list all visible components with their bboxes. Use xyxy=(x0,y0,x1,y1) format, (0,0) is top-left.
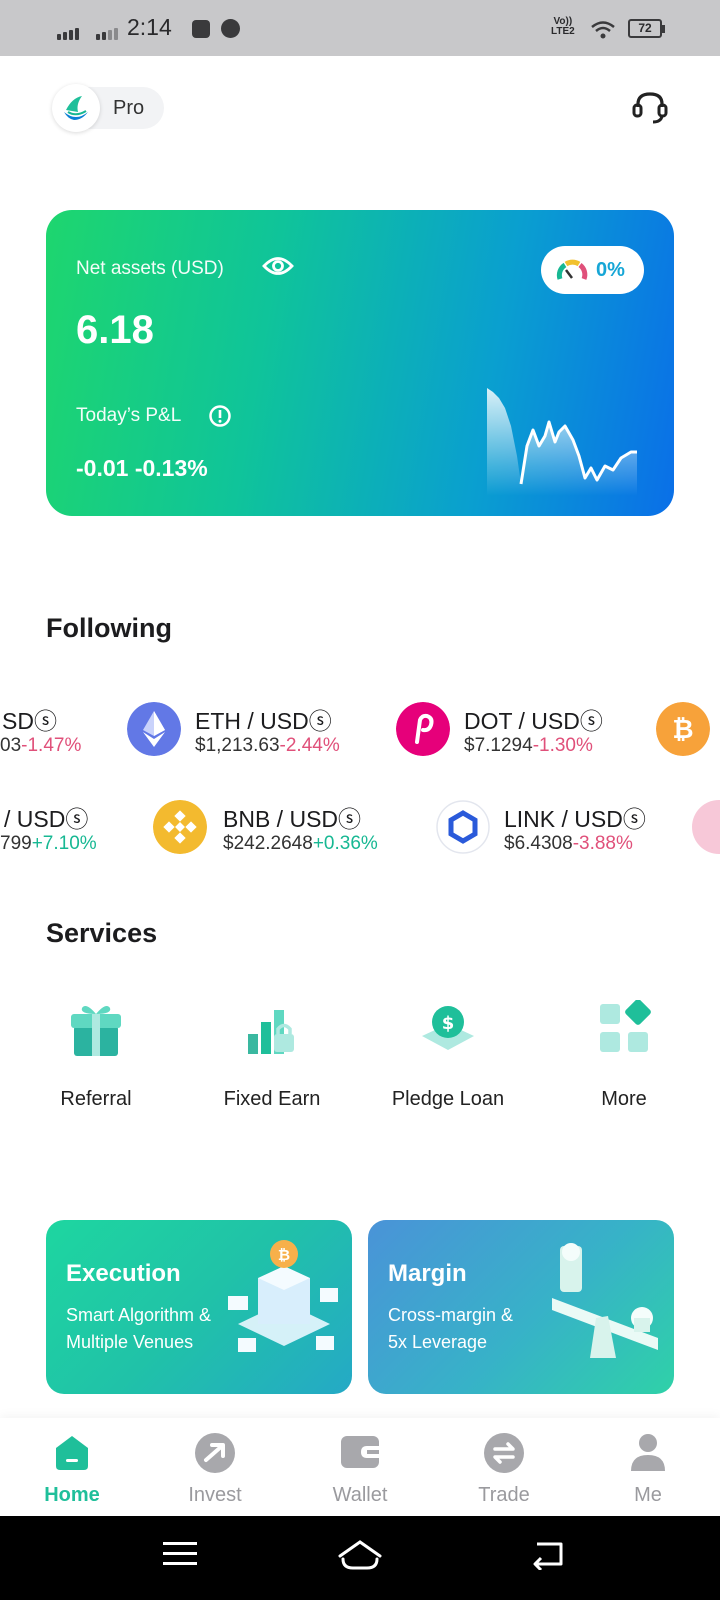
pro-mode-label: Pro xyxy=(113,97,145,119)
svg-text:₿: ₿ xyxy=(672,715,693,745)
gauge-icon xyxy=(556,259,588,280)
promo-title: Execution xyxy=(66,1260,181,1287)
service-label: Fixed Earn xyxy=(223,1088,321,1110)
pair-partial-3[interactable] xyxy=(692,788,720,868)
menu-icon[interactable] xyxy=(163,1538,197,1570)
signal-icon xyxy=(57,28,79,40)
pair-dot[interactable]: DOT / USDⓢ $7.1294-1.30% xyxy=(396,690,636,770)
execution-illustration: ₿ xyxy=(228,1240,338,1352)
loan-icon: $ xyxy=(422,1006,474,1050)
service-label: More xyxy=(601,1088,647,1110)
nav-invest[interactable]: Invest xyxy=(155,1418,275,1516)
following-title: Following xyxy=(46,613,172,643)
coin-icon xyxy=(692,800,720,854)
back-icon[interactable] xyxy=(531,1538,567,1570)
grid-icon xyxy=(600,1000,651,1052)
service-more[interactable]: More xyxy=(544,1000,704,1120)
bnb-icon xyxy=(153,800,207,854)
svg-text:₿: ₿ xyxy=(278,1246,290,1264)
margin-illustration xyxy=(552,1243,658,1358)
margin-promo-card[interactable]: Margin Cross-margin & 5x Leverage xyxy=(368,1220,674,1394)
app-logo[interactable] xyxy=(52,84,100,132)
messenger-icon xyxy=(221,19,240,38)
risk-value: 0% xyxy=(596,259,625,281)
service-fixed-earn[interactable]: Fixed Earn xyxy=(192,1000,352,1120)
pnl-label: Today’s P&L xyxy=(76,405,182,426)
service-label: Referral xyxy=(60,1088,132,1110)
nav-home[interactable]: Home xyxy=(12,1418,132,1516)
profile-icon xyxy=(631,1434,665,1471)
risk-indicator[interactable]: 0% xyxy=(541,246,644,294)
home-icon xyxy=(56,1436,88,1470)
logo-icon xyxy=(64,96,88,120)
pnl-value: -0.01 -0.13% xyxy=(76,455,208,481)
net-assets-card[interactable]: Net assets (USD) 0% 6.18 Today’s P&L -0.… xyxy=(46,210,674,516)
nav-wallet[interactable]: Wallet xyxy=(300,1418,420,1516)
trade-icon xyxy=(484,1433,524,1473)
network-indicator: Vo)) LTE2 xyxy=(551,16,575,37)
execution-promo-card[interactable]: Execution Smart Algorithm & Multiple Ven… xyxy=(46,1220,352,1394)
status-bar: 2:14 Vo)) LTE2 72 xyxy=(0,0,720,56)
following-row-2: / USDⓢ 799+7.10% BNB / USDⓢ $242.2648+0.… xyxy=(0,788,720,868)
pair-partial-1[interactable]: SDⓢ 03-1.47% xyxy=(0,690,110,770)
wallet-icon xyxy=(341,1436,379,1468)
net-assets-label: Net assets (USD) xyxy=(76,258,224,279)
pair-eth[interactable]: ETH / USDⓢ $1,213.63-2.44% xyxy=(127,690,377,770)
nav-label: Invest xyxy=(188,1484,242,1506)
headset-icon[interactable] xyxy=(631,89,669,125)
following-row-1: SDⓢ 03-1.47% ETH / USDⓢ $1,213.63-2.44% … xyxy=(0,690,720,770)
nav-label: Me xyxy=(634,1484,662,1506)
earn-icon xyxy=(248,1010,294,1054)
wifi-icon xyxy=(591,21,615,39)
signal-icon-2 xyxy=(96,28,118,40)
info-icon[interactable] xyxy=(208,404,232,428)
eye-icon[interactable] xyxy=(262,254,294,278)
service-pledge-loan[interactable]: $ Pledge Loan xyxy=(368,1000,528,1120)
system-navigation-bar xyxy=(0,1516,720,1600)
asset-sparkline xyxy=(487,388,637,496)
invest-icon xyxy=(195,1433,235,1473)
promo-subtitle: Cross-margin & 5x Leverage xyxy=(388,1305,514,1352)
promo-title: Margin xyxy=(388,1260,467,1287)
service-referral[interactable]: Referral xyxy=(16,1000,176,1120)
promo-subtitle: Smart Algorithm & Multiple Venues xyxy=(66,1305,212,1352)
gift-icon xyxy=(71,1006,121,1056)
nav-label: Trade xyxy=(478,1484,530,1506)
nav-me[interactable]: Me xyxy=(588,1418,708,1516)
pair-btc[interactable]: ₿ xyxy=(656,690,720,770)
pair-bnb[interactable]: BNB / USDⓢ $242.2648+0.36% xyxy=(153,788,413,868)
dot-icon xyxy=(396,702,450,756)
pair-link[interactable]: LINK / USDⓢ $6.4308-3.88% xyxy=(436,788,676,868)
nav-label: Wallet xyxy=(332,1484,388,1506)
notification-icon xyxy=(192,20,210,38)
eth-icon xyxy=(127,702,181,756)
home-button-icon[interactable] xyxy=(337,1538,383,1572)
services-title: Services xyxy=(46,918,158,948)
service-label: Pledge Loan xyxy=(391,1088,505,1110)
btc-icon: ₿ xyxy=(656,702,710,756)
nav-label: Home xyxy=(44,1484,100,1506)
svg-text:$: $ xyxy=(442,1013,455,1034)
pair-partial-2[interactable]: / USDⓢ 799+7.10% xyxy=(0,788,140,868)
link-icon xyxy=(436,800,490,854)
nav-trade[interactable]: Trade xyxy=(444,1418,564,1516)
clock: 2:14 xyxy=(127,14,172,40)
battery-icon: 72 xyxy=(628,19,665,38)
bottom-navigation: Home Invest Wallet Trade Me xyxy=(0,1418,720,1516)
net-assets-value: 6.18 xyxy=(76,308,154,352)
